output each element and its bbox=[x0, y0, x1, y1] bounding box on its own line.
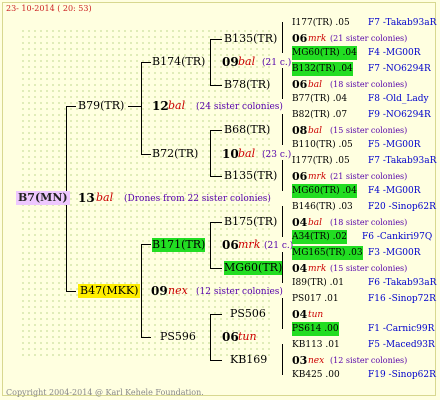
ancestor-name[interactable]: A34(TR) .02 bbox=[292, 230, 347, 244]
ancestor-name[interactable]: B110(TR) .05 bbox=[292, 138, 353, 152]
b79-count: 12 bbox=[152, 99, 169, 113]
colony-origin: bal bbox=[308, 126, 323, 136]
ancestor-ref: F6 -Takab93aR bbox=[368, 278, 437, 288]
ancestor-name[interactable]: B146(TR) .03 bbox=[292, 200, 353, 214]
ancestor-ref: F9 -NO6294R bbox=[368, 110, 431, 120]
node-b175[interactable]: B175(TR) bbox=[224, 215, 277, 229]
ancestor-ref: F3 -MG00R bbox=[368, 248, 421, 258]
ancestor-name[interactable]: PS614 .00 bbox=[292, 322, 339, 336]
root-note: (Drones from 22 sister colonies) bbox=[124, 194, 271, 204]
ancestor-ref: F7 -Takab93aR bbox=[368, 18, 437, 28]
root-origin: bal bbox=[96, 191, 114, 204]
ancestor-name[interactable]: MG60(TR) .04 bbox=[292, 46, 357, 60]
ancestor-ref: F7 -NO6294R bbox=[368, 64, 431, 74]
colony-count: 06 bbox=[292, 32, 308, 45]
node-b68[interactable]: B68(TR) bbox=[224, 123, 270, 137]
ancestor-ref: F19 -Sinop62R bbox=[368, 370, 436, 380]
ancestor-ref: F16 -Sinop72R bbox=[368, 294, 436, 304]
b171-origin: mrk bbox=[238, 238, 261, 251]
node-b78[interactable]: B78(TR) bbox=[224, 78, 270, 92]
ancestor-name[interactable]: B132(TR) .04 bbox=[292, 62, 353, 76]
ancestor-ref: F6 -Cankiri97Q bbox=[362, 232, 433, 242]
ancestor-name[interactable]: KB425 .00 bbox=[292, 368, 340, 382]
ps596-count: 06 bbox=[222, 330, 239, 344]
b72-count: 10 bbox=[222, 147, 239, 161]
colony-origin: mrk bbox=[308, 172, 327, 182]
root-count: 13 bbox=[78, 191, 95, 205]
copyright: Copyright 2004-2014 @ Karl Kehele Founda… bbox=[6, 388, 204, 397]
colony-note: (15 sister colonies) bbox=[330, 264, 408, 273]
colony-count: 06 bbox=[292, 78, 308, 91]
ancestor-ref: F8 -Old_Lady bbox=[368, 94, 429, 104]
colony-origin: bal bbox=[308, 218, 323, 228]
b79-connector bbox=[141, 62, 142, 154]
ancestor-ref: F1 -Carnic99R bbox=[368, 324, 435, 334]
b171-note: (21 c.) bbox=[264, 241, 294, 251]
colony-count: 04 bbox=[292, 308, 308, 321]
ancestor-name[interactable]: KB113 .01 bbox=[292, 338, 340, 352]
colony-origin: mrk bbox=[308, 264, 327, 274]
sire-b79[interactable]: B79(TR) bbox=[78, 99, 124, 113]
ancestor-ref: F7 -Takab93aR bbox=[368, 156, 437, 166]
root-queen[interactable]: B7(MN) bbox=[16, 191, 70, 205]
colony-origin: bal bbox=[308, 80, 323, 90]
node-mg60[interactable]: MG60(TR) bbox=[224, 261, 283, 275]
colony-note: (15 sister colonies) bbox=[330, 126, 408, 135]
colony-count: 04 bbox=[292, 216, 308, 229]
ancestor-ref: F4 -MG00R bbox=[368, 48, 421, 58]
colony-note: (12 sister colonies) bbox=[330, 356, 408, 365]
colony-origin: mrk bbox=[308, 34, 327, 44]
b47-note: (12 sister colonies) bbox=[196, 287, 283, 297]
ancestor-name[interactable]: PS017 .01 bbox=[292, 292, 339, 306]
dam-b47[interactable]: B47(MKK) bbox=[78, 284, 141, 298]
b72-note: (23 c.) bbox=[262, 150, 292, 160]
node-b174[interactable]: B174(TR) bbox=[152, 55, 205, 69]
node-b135-a[interactable]: B135(TR) bbox=[224, 32, 277, 46]
colony-count: 03 bbox=[292, 354, 308, 367]
ancestor-ref: F20 -Sinop62R bbox=[368, 202, 436, 212]
b47-origin: nex bbox=[168, 284, 188, 297]
colony-note: (21 sister colonies) bbox=[330, 34, 408, 43]
b79-note: (24 sister colonies) bbox=[196, 102, 283, 112]
ancestor-ref: F4 -MG00R bbox=[368, 186, 421, 196]
ps596-origin: tun bbox=[238, 330, 257, 343]
node-b135-b[interactable]: B135(TR) bbox=[224, 169, 277, 183]
colony-count: 08 bbox=[292, 124, 308, 137]
ancestor-name[interactable]: B77(TR) .04 bbox=[292, 92, 347, 106]
colony-count: 04 bbox=[292, 262, 308, 275]
ancestor-ref: F5 -MG00R bbox=[368, 140, 421, 150]
b174-count: 09 bbox=[222, 55, 239, 69]
b79-origin: bal bbox=[168, 99, 186, 112]
ancestor-ref: F5 -Maced93R bbox=[368, 340, 435, 350]
ancestor-name[interactable]: MG165(TR) .03 bbox=[292, 246, 363, 260]
ancestor-name[interactable]: B82(TR) .07 bbox=[292, 108, 347, 122]
b171-count: 06 bbox=[222, 238, 239, 252]
b174-origin: bal bbox=[238, 55, 256, 68]
b174-note: (21 c.) bbox=[262, 58, 292, 68]
colony-origin: nex bbox=[308, 356, 325, 366]
node-ps596[interactable]: PS596 bbox=[160, 330, 196, 344]
ancestor-name[interactable]: MG60(TR) .04 bbox=[292, 184, 357, 198]
ancestor-name[interactable]: I177(TR) .05 bbox=[292, 154, 350, 168]
colony-origin: tun bbox=[308, 310, 324, 320]
colony-count: 06 bbox=[292, 170, 308, 183]
ancestor-name[interactable]: I177(TR) .05 bbox=[292, 16, 350, 30]
b47-connector bbox=[141, 244, 142, 337]
colony-note: (21 sister colonies) bbox=[330, 172, 408, 181]
node-ps506[interactable]: PS506 bbox=[230, 307, 266, 321]
node-b72[interactable]: B72(TR) bbox=[152, 147, 198, 161]
node-b171[interactable]: B171(TR) bbox=[152, 238, 206, 252]
b72-origin: bal bbox=[238, 147, 256, 160]
node-kb169[interactable]: KB169 bbox=[230, 353, 267, 367]
colony-note: (18 sister colonies) bbox=[330, 80, 408, 89]
ancestor-name[interactable]: I89(TR) .01 bbox=[292, 276, 344, 290]
colony-note: (18 sister colonies) bbox=[330, 218, 408, 227]
date-stamp: 23- 10-2014 ( 20: 53) bbox=[6, 4, 92, 13]
b47-count: 09 bbox=[151, 284, 168, 298]
